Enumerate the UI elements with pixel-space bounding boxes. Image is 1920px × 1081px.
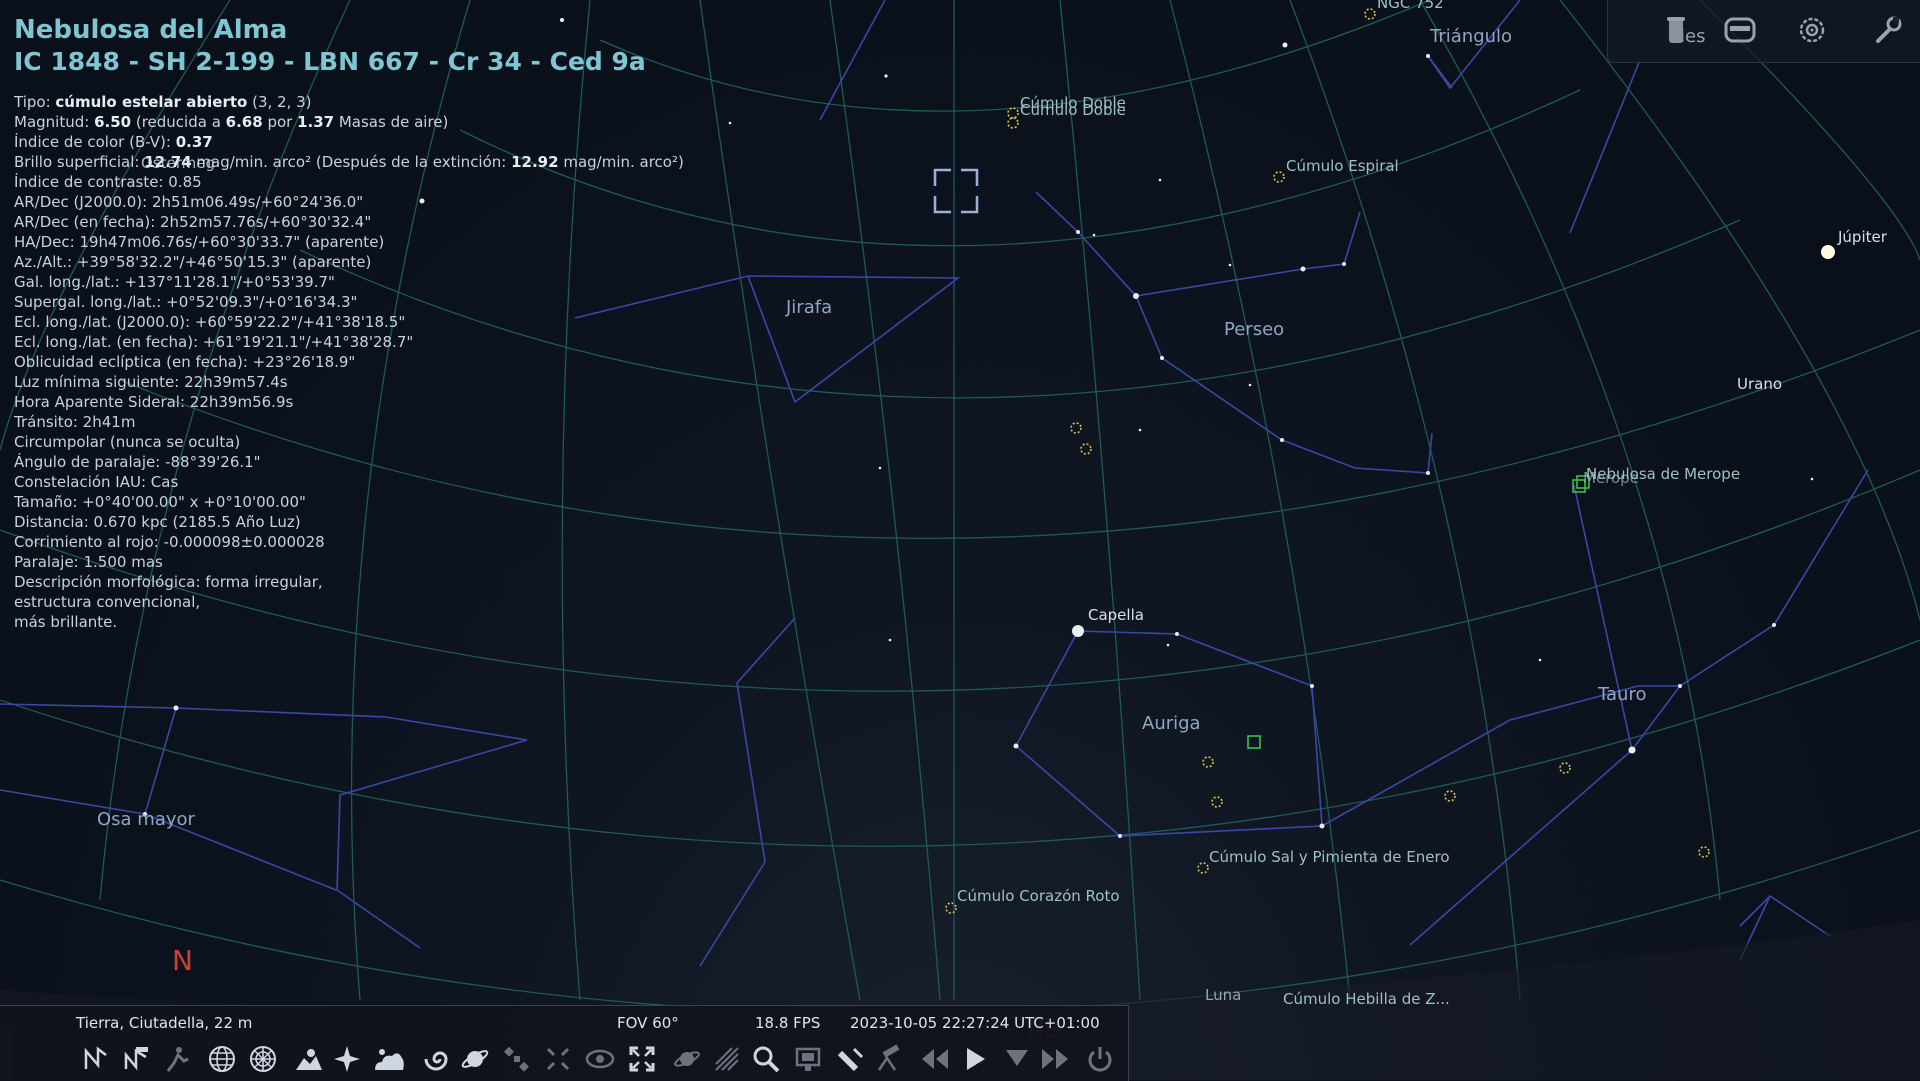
info-line: Corrimiento al rojo: -0.000098±0.000028 (14, 533, 325, 551)
selected-object-marker (933, 168, 979, 214)
label-cumulo-corazon-roto: Cúmulo Corazón Roto (957, 887, 1120, 905)
info-line: Ángulo de paralaje: -88°39'26.1" (14, 453, 261, 471)
window-icon[interactable] (1722, 12, 1758, 48)
object-info-panel: Tipo: cúmulo estelar abierto (3, 2, 3) Ma… (14, 92, 684, 632)
info-line: Índice de contraste: 0.85 (14, 173, 202, 191)
constellation-label-perseo: Perseo (1224, 319, 1285, 340)
info-line: HA/Dec: 19h47m06.76s/+60°30'33.7" (apare… (14, 233, 385, 251)
label-cumulo-hebilla: Cúmulo Hebilla de Z... (1283, 990, 1450, 1008)
ground-icon[interactable] (292, 1042, 326, 1076)
search-icon[interactable] (749, 1042, 783, 1076)
info-line: Descripción morfológica: forma irregular… (14, 573, 323, 591)
info-line: Distancia: 0.670 kpc (2185.5 Año Luz) (14, 513, 301, 531)
info-line: Constelación IAU: Cas (14, 473, 179, 491)
info-line: Circumpolar (nunca se oculta) (14, 433, 241, 451)
constellation-label-triangulo: Triángulo (1430, 26, 1513, 47)
bookmarks-icon[interactable] (1658, 12, 1694, 48)
star-label-capella: Capella (1088, 606, 1144, 624)
planet-label-jupiter: Júpiter (1838, 228, 1887, 246)
constellation-label-auriga: Auriga (1142, 713, 1201, 734)
info-line: Hora Aparente Sideral: 22h39m56.9s (14, 393, 294, 411)
quit-icon[interactable] (1083, 1042, 1117, 1076)
target-icon[interactable] (1794, 12, 1830, 48)
settings-window-icon[interactable] (791, 1042, 825, 1076)
constellation-art-icon[interactable] (159, 1042, 193, 1076)
constellation-names-icon[interactable] (119, 1042, 153, 1076)
object-title: Nebulosa del Alma IC 1848 - SH 2-199 - L… (14, 14, 646, 77)
object-designations: IC 1848 - SH 2-199 - LBN 667 - Cr 34 - C… (14, 47, 646, 76)
fov-status: FOV 60° (617, 1014, 679, 1032)
planets-icon[interactable] (458, 1042, 492, 1076)
bottom-toolbar: Tierra, Ciutadella, 22 m FOV 60° 18.8 FP… (0, 1005, 1129, 1081)
info-line: Brillo superficial: 12.74 mag/min. arco²… (14, 153, 684, 171)
top-right-toolbar: ies (1607, 0, 1920, 63)
label-cumulo-espiral: Cúmulo Espiral (1286, 157, 1399, 175)
planet-label-urano: Urano (1737, 375, 1783, 393)
label-cumulo-doble-2: Cúmulo Doble (1020, 101, 1126, 119)
fast-forward-icon[interactable] (1038, 1042, 1072, 1076)
cardinal-points-icon[interactable] (330, 1042, 364, 1076)
constellation-label-osa-mayor: Osa mayor (97, 809, 195, 830)
night-mode-icon[interactable] (583, 1042, 617, 1076)
info-line: Az./Alt.: +39°58'32.2"/+46°50'15.3" (apa… (14, 253, 372, 271)
cluster-markers (945, 8, 1710, 914)
label-ngc752: NGC 752 (1377, 0, 1444, 12)
info-line: estructura convencional, (14, 593, 201, 611)
object-name: Nebulosa del Alma (14, 15, 288, 45)
info-line: AR/Dec (J2000.0): 2h51m06.49s/+60°24'36.… (14, 193, 364, 211)
location-status[interactable]: Tierra, Ciutadella, 22 m (76, 1014, 252, 1032)
info-line: AR/Dec (en fecha): 2h52m57.76s/+60°30'32… (14, 213, 372, 231)
info-line: Tamaño: +0°40'00.00" x +0°10'00.00" (14, 493, 306, 511)
info-line: Tránsito: 2h41m (14, 413, 136, 431)
rewind-icon[interactable] (918, 1042, 952, 1076)
info-line: Ecl. long./lat. (en fecha): +61°19'21.1"… (14, 333, 414, 351)
info-line: Ecl. long./lat. (J2000.0): +60°59'22.2"/… (14, 313, 406, 331)
constellation-lines-icon[interactable] (79, 1042, 113, 1076)
play-icon[interactable] (958, 1042, 992, 1076)
azimuthal-grid-icon[interactable] (246, 1042, 280, 1076)
atmosphere-icon[interactable] (372, 1042, 406, 1076)
cardinal-north: N (172, 944, 193, 977)
planet-jupiter (1821, 245, 1835, 259)
telescope-icon[interactable] (833, 1042, 867, 1076)
satellites-icon[interactable] (500, 1042, 534, 1076)
datetime-status[interactable]: 2023-10-05 22:27:24 UTC+01:00 (850, 1014, 1100, 1032)
fps-status: 18.8 FPS (755, 1014, 821, 1032)
telescope-control-icon[interactable] (871, 1042, 905, 1076)
info-line: Luz mínima siguiente: 22h39m57.4s (14, 373, 288, 391)
info-line: Paralaje: 1.500 mas (14, 553, 163, 571)
constellation-label-jirafa: Jirafa (786, 297, 833, 318)
info-line: Magnitud: 6.50 (reducida a 6.68 por 1.37… (14, 113, 449, 131)
meteor-showers-icon[interactable] (710, 1042, 744, 1076)
fullscreen-icon[interactable] (625, 1042, 659, 1076)
label-cumulo-sal-pimienta: Cúmulo Sal y Pimienta de Enero (1209, 848, 1450, 866)
label-overlap: Ostermeg (141, 154, 215, 172)
wrench-icon[interactable] (1870, 12, 1906, 48)
label-merope: Merope (1583, 469, 1639, 487)
info-line: Índice de color (B-V): 0.37 (14, 133, 213, 151)
equatorial-grid-icon[interactable] (205, 1042, 239, 1076)
info-line: más brillante. (14, 613, 118, 631)
star-capella (1072, 625, 1084, 637)
real-time-icon[interactable] (1000, 1042, 1034, 1076)
moon-label: Luna (1205, 986, 1242, 1004)
exoplanets-icon[interactable] (670, 1042, 704, 1076)
ocular-icon[interactable] (541, 1042, 575, 1076)
constellation-label-tauro: Tauro (1598, 684, 1647, 705)
info-line: Oblicuidad eclíptica (en fecha): +23°26'… (14, 353, 356, 371)
info-line: Supergal. long./lat.: +0°52'09.3"/+0°16'… (14, 293, 358, 311)
info-line: Tipo: cúmulo estelar abierto (3, 2, 3) (14, 93, 312, 111)
info-line: Gal. long./lat.: +137°11'28.1"/+0°53'39.… (14, 273, 335, 291)
nebulae-icon[interactable] (419, 1042, 453, 1076)
